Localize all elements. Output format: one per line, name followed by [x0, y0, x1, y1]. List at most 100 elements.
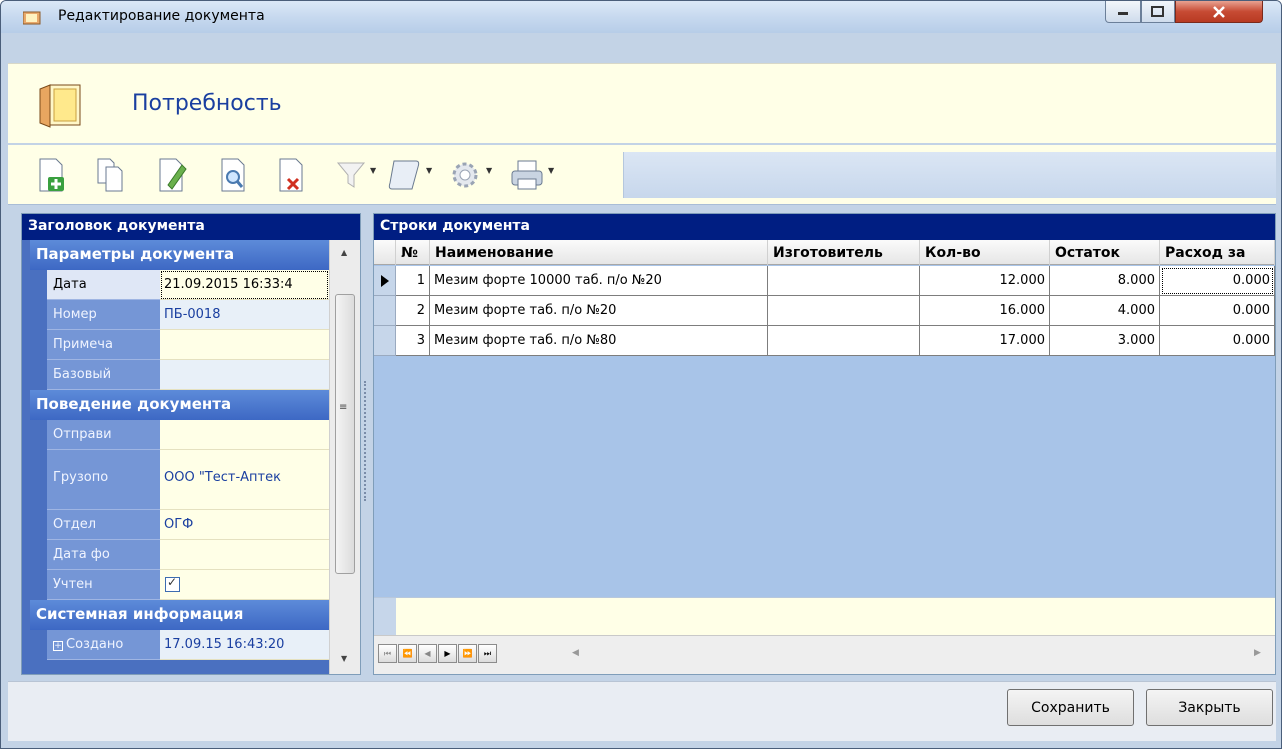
document-type-title: Потребность	[132, 91, 282, 116]
cell-maker[interactable]	[768, 266, 920, 296]
column-header-name[interactable]: Наименование	[430, 240, 768, 265]
group-system-info[interactable]: Системная информация	[30, 600, 329, 630]
cell-qty[interactable]: 17.000	[920, 326, 1050, 356]
panel-splitter[interactable]	[364, 381, 370, 501]
prop-row-department[interactable]: Отдел ОГФ	[47, 510, 329, 540]
cell-number[interactable]: 2	[396, 296, 430, 326]
scrollbar-thumb[interactable]	[335, 294, 355, 574]
filter-dropdown-arrow[interactable]: ▼	[370, 166, 376, 175]
cell-rest[interactable]: 4.000	[1050, 296, 1160, 326]
cell-name[interactable]: Мезим форте таб. п/о №80	[430, 326, 768, 356]
printer-icon[interactable]	[508, 157, 546, 193]
sender-field[interactable]	[160, 420, 329, 450]
script-icon[interactable]	[388, 157, 422, 193]
title-bar[interactable]: Редактирование документа	[1, 1, 1281, 33]
print-dropdown-arrow[interactable]: ▼	[548, 166, 554, 175]
nav-prev-button[interactable]: ◀	[418, 644, 437, 663]
nav-next-page-button[interactable]: ⏩	[458, 644, 477, 663]
base-document-field[interactable]	[160, 360, 329, 390]
prop-row-number[interactable]: Номер ПБ-0018	[47, 300, 329, 330]
prop-row-accounted[interactable]: Учтен ✓	[47, 570, 329, 600]
document-lines-panel: Строки документа № Наименование Изготови…	[373, 213, 1276, 675]
scroll-right-icon[interactable]: ▶	[1254, 648, 1261, 658]
prop-row-base[interactable]: Базовый	[47, 360, 329, 390]
grid-header: № Наименование Изготовитель Кол-во Остат…	[374, 240, 1275, 265]
column-header-consumption[interactable]: Расход за	[1160, 240, 1275, 265]
group-document-behavior[interactable]: Поведение документа	[30, 390, 329, 420]
filter-icon[interactable]	[336, 157, 366, 193]
scroll-up-icon[interactable]: ▲	[341, 248, 347, 257]
number-field[interactable]: ПБ-0018	[160, 300, 329, 330]
left-panel-caption: Заголовок документа	[22, 214, 360, 240]
save-button[interactable]: Сохранить	[1007, 689, 1134, 726]
prop-row-note[interactable]: Примеча	[47, 330, 329, 360]
dialog-buttons-bar: Сохранить Закрыть	[8, 681, 1276, 741]
date-field[interactable]: 21.09.2015 16:33:4	[160, 270, 329, 300]
minimize-icon	[1118, 11, 1128, 15]
prop-label: Дата фо	[47, 540, 160, 570]
cell-qty[interactable]: 12.000	[920, 266, 1050, 296]
column-header-rest[interactable]: Остаток	[1050, 240, 1160, 265]
close-icon	[1213, 5, 1225, 18]
cell-number[interactable]: 3	[396, 326, 430, 356]
folder-icon	[23, 11, 41, 25]
grid-navigator: ⏮ ⏪ ◀ ▶ ⏩ ⏭ ◀ ▶	[374, 635, 1275, 674]
form-date-field[interactable]	[160, 540, 329, 570]
cell-maker[interactable]	[768, 326, 920, 356]
cell-maker[interactable]	[768, 296, 920, 326]
scroll-down-icon[interactable]: ▼	[341, 654, 347, 663]
created-field[interactable]: 17.09.15 16:43:20	[160, 630, 329, 660]
gear-dropdown-arrow[interactable]: ▼	[486, 166, 492, 175]
prop-row-form-date[interactable]: Дата фо	[47, 540, 329, 570]
row-indicator[interactable]	[374, 296, 396, 326]
accounted-checkbox[interactable]: ✓	[165, 575, 180, 592]
table-row[interactable]: 2 Мезим форте таб. п/о №20 16.000 4.000 …	[374, 296, 1275, 326]
copy-document-icon[interactable]	[96, 157, 124, 193]
cell-name[interactable]: Мезим форте 10000 таб. п/о №20	[430, 266, 768, 296]
cell-consumption[interactable]: 0.000	[1160, 266, 1275, 296]
left-vertical-scrollbar[interactable]: ▲ ≡ ▼	[329, 240, 360, 674]
column-header-qty[interactable]: Кол-во	[920, 240, 1050, 265]
prop-row-date[interactable]: Дата 21.09.2015 16:33:4	[47, 270, 329, 300]
nav-prev-page-button[interactable]: ⏪	[398, 644, 417, 663]
edit-document-icon[interactable]	[158, 157, 188, 193]
script-dropdown-arrow[interactable]: ▼	[426, 166, 432, 175]
nav-next-button[interactable]: ▶	[438, 644, 457, 663]
minimize-button[interactable]	[1105, 1, 1141, 23]
gear-icon[interactable]	[448, 157, 482, 193]
consignee-field[interactable]: ООО "Тест-Аптек	[160, 450, 329, 510]
table-row[interactable]: 3 Мезим форте таб. п/о №80 17.000 3.000 …	[374, 326, 1275, 356]
close-window-button[interactable]	[1175, 1, 1263, 23]
delete-document-icon[interactable]	[278, 157, 306, 193]
prop-label: Учтен	[47, 570, 160, 600]
nav-last-button[interactable]: ⏭	[478, 644, 497, 663]
cell-rest[interactable]: 8.000	[1050, 266, 1160, 296]
maximize-button[interactable]	[1141, 1, 1175, 23]
row-indicator[interactable]	[374, 326, 396, 356]
cell-qty[interactable]: 16.000	[920, 296, 1050, 326]
column-header-number[interactable]: №	[396, 240, 430, 265]
close-button[interactable]: Закрыть	[1146, 689, 1273, 726]
row-indicator[interactable]	[374, 266, 396, 296]
prop-row-sender[interactable]: Отправи	[47, 420, 329, 450]
department-field[interactable]: ОГФ	[160, 510, 329, 540]
add-document-icon[interactable]	[38, 157, 66, 193]
preview-document-icon[interactable]	[220, 157, 248, 193]
nav-first-button[interactable]: ⏮	[378, 644, 397, 663]
table-row[interactable]: 1 Мезим форте 10000 таб. п/о №20 12.000 …	[374, 266, 1275, 296]
expand-icon[interactable]: +	[53, 641, 63, 651]
scroll-left-icon[interactable]: ◀	[572, 648, 579, 658]
prop-row-consignee[interactable]: Грузопо ООО "Тест-Аптек	[47, 450, 329, 510]
document-header-panel: Заголовок документа Параметры документа …	[21, 213, 361, 675]
cell-consumption[interactable]: 0.000	[1160, 326, 1275, 356]
cell-consumption[interactable]: 0.000	[1160, 296, 1275, 326]
prop-row-created[interactable]: + Создано 17.09.15 16:43:20	[47, 630, 329, 660]
column-header-maker[interactable]: Изготовитель	[768, 240, 920, 265]
group-document-parameters[interactable]: Параметры документа	[30, 240, 329, 270]
note-field[interactable]	[160, 330, 329, 360]
footer-indicator	[374, 598, 396, 636]
cell-name[interactable]: Мезим форте таб. п/о №20	[430, 296, 768, 326]
prop-label: Номер	[47, 300, 160, 330]
cell-number[interactable]: 1	[396, 266, 430, 296]
cell-rest[interactable]: 3.000	[1050, 326, 1160, 356]
